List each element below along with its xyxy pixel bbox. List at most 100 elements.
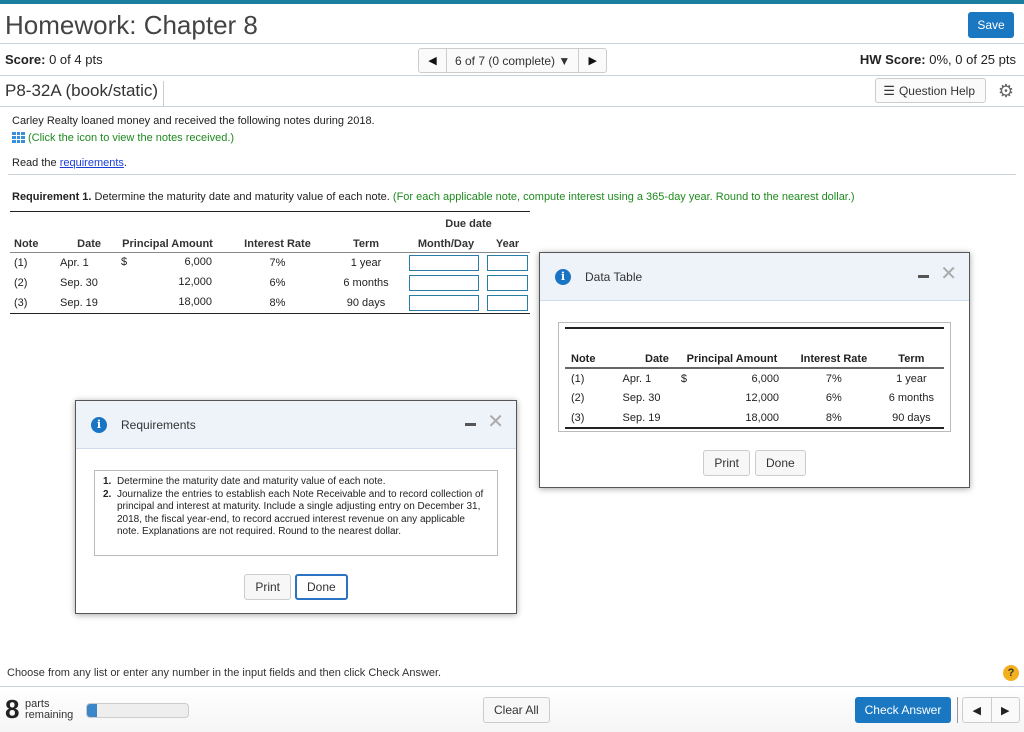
col-term: Term bbox=[352, 238, 380, 250]
minimize-icon[interactable] bbox=[918, 275, 929, 278]
cell-date: Sep. 19 bbox=[622, 411, 661, 424]
month-day-input[interactable] bbox=[409, 295, 479, 311]
cell-note: (2) bbox=[14, 277, 28, 289]
col-month-day: Month/Day bbox=[417, 238, 475, 250]
requirements-list: 1. Determine the maturity date and matur… bbox=[94, 470, 498, 556]
data-table-frame: Note Date Principal Amount Interest Rate… bbox=[558, 322, 951, 432]
page-title: Homework: Chapter 8 bbox=[5, 10, 258, 40]
requirement-hint: (For each applicable note, compute inter… bbox=[389, 191, 855, 203]
clear-all-button[interactable]: Clear All bbox=[483, 697, 550, 723]
cell-note: (3) bbox=[571, 411, 585, 424]
close-icon[interactable]: ✕ bbox=[487, 412, 504, 432]
cell-date: Sep. 30 bbox=[60, 277, 98, 289]
print-button[interactable]: Print bbox=[703, 450, 750, 476]
cell-term: 1 year bbox=[896, 372, 927, 385]
cell-year bbox=[485, 293, 530, 314]
read-requirements: Read the requirements. bbox=[12, 157, 1016, 169]
requirement-body: Determine the maturity date and maturity… bbox=[91, 191, 390, 203]
dt-col-note: Note bbox=[571, 353, 596, 365]
question-help-button[interactable]: ☰ Question Help bbox=[875, 78, 986, 103]
print-button[interactable]: Print bbox=[244, 574, 291, 600]
cell-rate: 6% bbox=[269, 277, 286, 289]
year-input[interactable] bbox=[487, 295, 528, 311]
requirement-number: 2. bbox=[103, 488, 112, 500]
principal-value: 18,000 bbox=[178, 296, 212, 308]
table-row: (3) Sep. 19 18,000 8% 90 days bbox=[565, 408, 944, 428]
divider bbox=[957, 697, 958, 723]
close-icon[interactable]: ✕ bbox=[940, 264, 957, 284]
question-score: Score: 0 of 4 pts bbox=[5, 52, 103, 67]
minimize-icon[interactable] bbox=[465, 423, 476, 426]
question-help-label: Question Help bbox=[898, 83, 975, 98]
cell-principal: 18,000 bbox=[745, 411, 780, 424]
cell-rate: 8% bbox=[269, 297, 286, 309]
data-table-modal: i Data Table ✕ Note Date Principal Amoun… bbox=[539, 252, 970, 488]
cell-term: 6 months bbox=[888, 392, 934, 404]
cell-term: 1 year bbox=[350, 257, 382, 269]
hw-score: HW Score: 0%, 0 of 25 pts bbox=[860, 52, 1016, 67]
cell-principal: 12,000 bbox=[745, 392, 780, 404]
modal-title: Data Table bbox=[585, 270, 643, 284]
divider bbox=[8, 174, 1016, 175]
done-button[interactable]: Done bbox=[295, 574, 348, 600]
year-input[interactable] bbox=[487, 275, 528, 291]
check-answer-button[interactable]: Check Answer bbox=[855, 697, 951, 723]
dt-col-term: Term bbox=[898, 353, 925, 365]
requirement-number: 1. bbox=[103, 476, 112, 487]
cell-rate: 7% bbox=[825, 372, 842, 385]
principal-value: 6,000 bbox=[184, 256, 212, 268]
modal-title: Requirements bbox=[121, 418, 196, 432]
save-button[interactable]: Save bbox=[968, 12, 1014, 38]
answer-table: Due date Note Date Principal Amount Inte… bbox=[10, 211, 530, 314]
done-button[interactable]: Done bbox=[755, 450, 806, 476]
requirement-text: Journalize the entries to establish each… bbox=[117, 488, 484, 538]
cell-principal: 12,000 bbox=[105, 273, 230, 293]
table-row: (2) Sep. 30 12,000 6% 6 months bbox=[565, 388, 944, 408]
cell-date: Sep. 30 bbox=[622, 392, 661, 404]
col-year: Year bbox=[495, 238, 520, 250]
table-row: (1) Apr. 1 $6,000 7% 1 year bbox=[10, 253, 530, 274]
title-bar: Homework: Chapter 8 Save bbox=[0, 4, 1024, 44]
instruction-text: Choose from any list or enter any number… bbox=[7, 667, 442, 679]
problem-intro: Carley Realty loaned money and received … bbox=[12, 115, 375, 127]
data-table-icon[interactable] bbox=[12, 132, 25, 143]
cell-date: Apr. 1 bbox=[60, 257, 89, 269]
cell-currency: $ bbox=[680, 372, 687, 385]
cell-date: Apr. 1 bbox=[622, 372, 652, 385]
table-row: (1) Apr. 1 $6,000 7% 1 year bbox=[565, 368, 944, 388]
month-day-input[interactable] bbox=[409, 255, 479, 271]
requirements-modal: i Requirements ✕ 1. Determine the maturi… bbox=[75, 400, 517, 614]
notes-hint: (Click the icon to view the notes receiv… bbox=[12, 132, 1016, 144]
hw-score-label: HW Score: bbox=[859, 52, 926, 67]
dt-col-principal: Principal Amount bbox=[686, 353, 778, 365]
month-day-input[interactable] bbox=[409, 275, 479, 291]
modal-header: i Data Table ✕ bbox=[540, 253, 969, 301]
info-icon: i bbox=[555, 269, 571, 285]
cell-rate: 6% bbox=[825, 392, 842, 404]
score-value: 0 of 4 pts bbox=[49, 52, 103, 67]
modal-actions: Print Done bbox=[540, 450, 969, 476]
gear-icon[interactable]: ⚙ bbox=[998, 81, 1014, 102]
col-date: Date bbox=[77, 238, 101, 250]
cell-principal: 18,000 bbox=[105, 293, 230, 313]
question-select-dropdown[interactable]: 6 of 7 (0 complete) ▼ bbox=[447, 49, 578, 72]
cell-principal: $6,000 bbox=[105, 253, 230, 273]
question-id: P8-32A (book/static) bbox=[5, 81, 165, 107]
problem-content: Carley Realty loaned money and received … bbox=[12, 115, 1016, 169]
next-question-button[interactable]: ▶ bbox=[578, 49, 606, 72]
cell-rate: 8% bbox=[825, 411, 842, 424]
cell-principal: 6,000 bbox=[751, 372, 780, 385]
prev-question-button[interactable]: ◀ bbox=[419, 49, 447, 72]
requirements-link[interactable]: requirements bbox=[60, 157, 124, 169]
requirement-label: Requirement 1. bbox=[12, 191, 92, 203]
progress-fill bbox=[87, 704, 98, 717]
help-icon[interactable]: ? bbox=[1003, 665, 1019, 681]
prev-question-button[interactable]: ◀ bbox=[963, 698, 992, 722]
year-input[interactable] bbox=[487, 255, 528, 271]
footer-navigator: ◀ ▶ bbox=[962, 697, 1020, 723]
next-question-button[interactable]: ▶ bbox=[992, 698, 1020, 722]
modal-actions: Print Done bbox=[76, 574, 516, 600]
cell-currency bbox=[675, 388, 695, 408]
info-icon: i bbox=[91, 417, 107, 433]
principal-value: 12,000 bbox=[178, 276, 212, 288]
